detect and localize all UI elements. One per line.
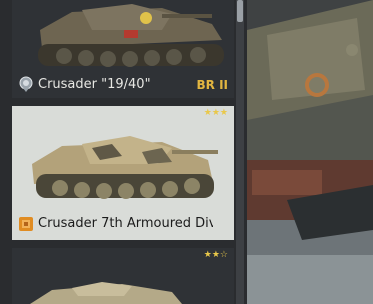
tank-thumbnail xyxy=(12,0,234,74)
rank-label: BR II xyxy=(196,78,229,92)
star-rating-icon: ★★☆ xyxy=(203,250,228,260)
vehicle-card[interactable]: Crusader "19/40" BR II xyxy=(12,0,234,98)
list-scrollbar[interactable] xyxy=(236,0,244,304)
vehicle-list-panel: Crusader "19/40" BR II ★★★ Crusader 7th … xyxy=(0,0,247,304)
background-scene xyxy=(247,0,373,304)
background-tank-image xyxy=(247,0,373,304)
squadron-vehicle-icon xyxy=(18,216,34,232)
premium-medal-icon xyxy=(18,76,34,92)
vehicle-card[interactable]: ★★☆ xyxy=(12,248,234,304)
tank-thumbnail xyxy=(12,126,234,208)
tank-thumbnail xyxy=(12,264,234,304)
scrollbar-thumb[interactable] xyxy=(237,0,243,22)
star-rating-icon: ★★★ xyxy=(203,108,228,118)
vehicle-name: Crusader "19/40" xyxy=(38,77,151,92)
vehicle-name: Crusader 7th Armoured Divi xyxy=(38,216,213,231)
vehicle-card-selected[interactable]: ★★★ Crusader 7th Armoured Divi xyxy=(12,106,234,240)
